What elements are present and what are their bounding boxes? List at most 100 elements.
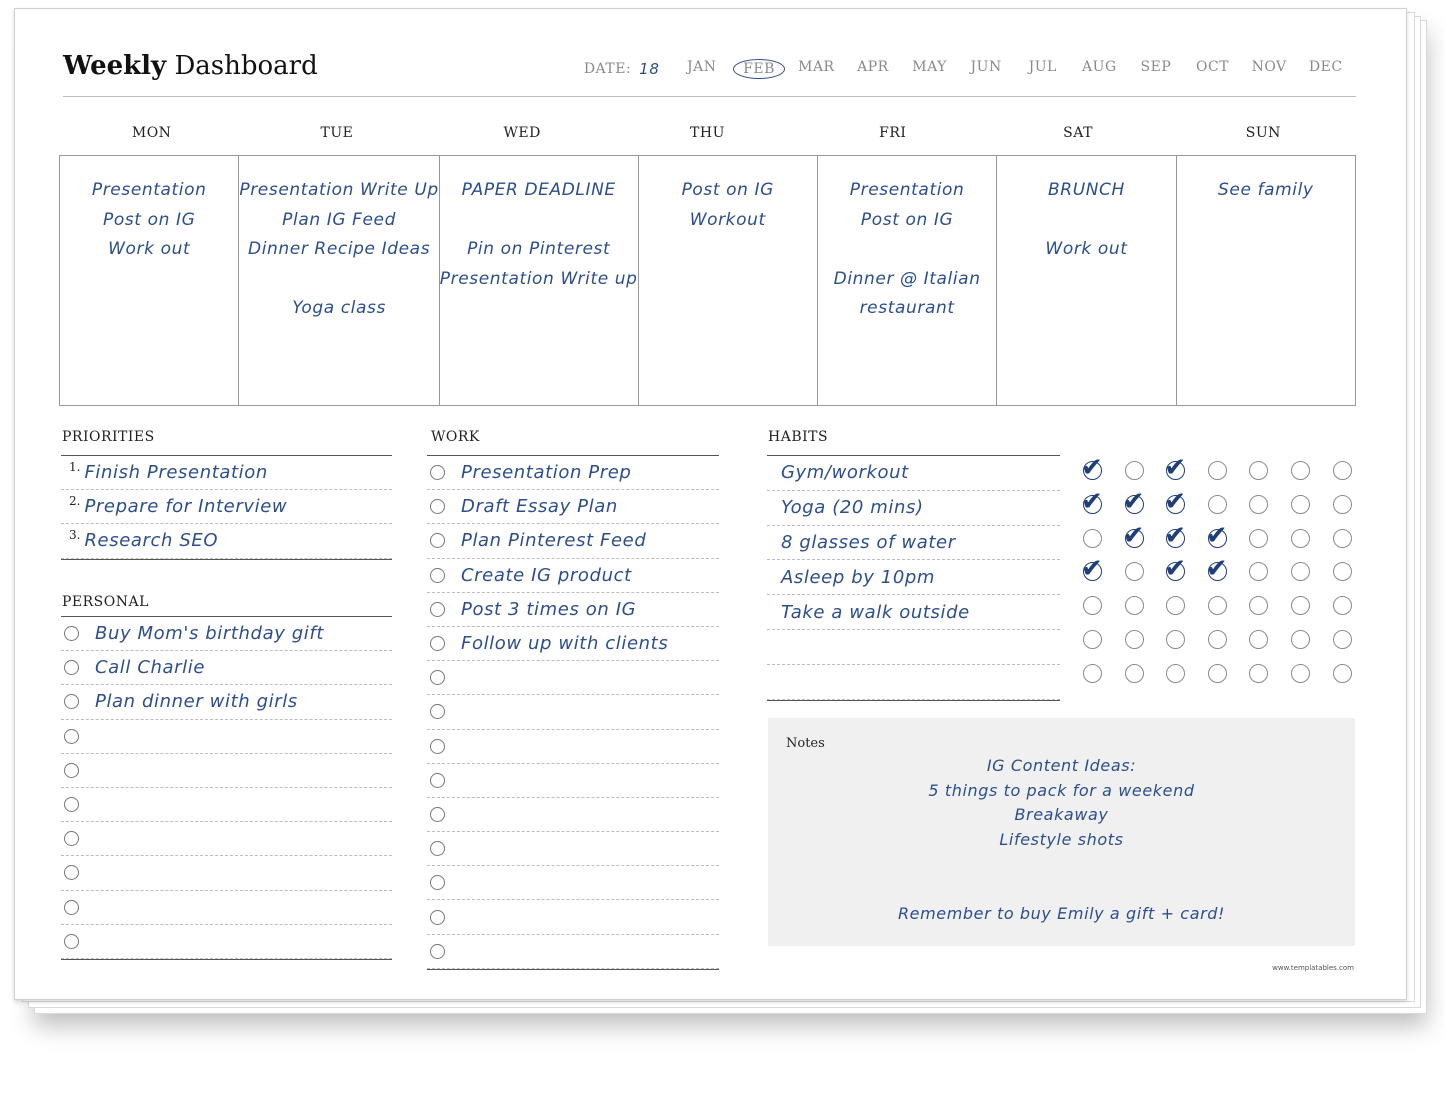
personal-row[interactable]: Buy Mom's birthday gift xyxy=(61,616,392,652)
checkbox-circle-icon[interactable] xyxy=(64,933,79,949)
work-row[interactable] xyxy=(427,935,719,969)
habit-circle-icon[interactable] xyxy=(1249,663,1269,683)
habit-circle-icon[interactable] xyxy=(1332,461,1352,480)
checkbox-circle-icon[interactable] xyxy=(64,626,79,642)
habit-circle-icon[interactable] xyxy=(1207,494,1227,514)
checkmark-icon[interactable]: ✔︎ xyxy=(1164,523,1186,549)
checkbox-circle-icon[interactable] xyxy=(64,899,79,915)
checkbox-circle-icon[interactable] xyxy=(430,738,445,754)
checkmark-icon[interactable]: ✔︎ xyxy=(1081,489,1103,515)
month-sep[interactable]: SEP xyxy=(1128,59,1185,79)
checkmark-icon[interactable]: ✔︎ xyxy=(1206,523,1228,549)
habit-circle-icon[interactable] xyxy=(1291,494,1310,514)
checkbox-circle-icon[interactable] xyxy=(64,865,79,881)
habit-circle-icon[interactable] xyxy=(1207,663,1227,683)
work-row[interactable]: Create IG product xyxy=(427,559,719,593)
work-row[interactable] xyxy=(427,661,719,696)
habit-circle-icon[interactable] xyxy=(1332,596,1352,616)
personal-row[interactable] xyxy=(61,856,392,891)
checkmark-icon[interactable]: ✔︎ xyxy=(1081,455,1103,481)
checkbox-circle-icon[interactable] xyxy=(64,797,79,813)
checkbox-circle-icon[interactable] xyxy=(64,694,79,710)
month-oct[interactable]: OCT xyxy=(1184,59,1241,79)
habit-circle-icon[interactable] xyxy=(1332,528,1352,548)
habit-circle-icon[interactable] xyxy=(1249,461,1269,480)
month-nov[interactable]: NOV xyxy=(1241,59,1298,79)
checkbox-circle-icon[interactable] xyxy=(430,909,445,925)
habit-circle-icon[interactable] xyxy=(1291,461,1310,480)
checkbox-circle-icon[interactable] xyxy=(64,831,79,847)
habit-circle-icon[interactable] xyxy=(1291,630,1310,649)
checkbox-circle-icon[interactable] xyxy=(430,636,445,652)
checkmark-icon[interactable]: ✔︎ xyxy=(1164,489,1186,515)
checkmark-icon[interactable]: ✔︎ xyxy=(1164,455,1186,481)
habit-circle-icon[interactable] xyxy=(1207,630,1227,649)
habit-circle-icon[interactable] xyxy=(1083,663,1102,683)
month-aug[interactable]: AUG xyxy=(1071,59,1128,79)
checkbox-circle-icon[interactable] xyxy=(430,704,445,720)
personal-row[interactable] xyxy=(61,754,392,788)
habit-circle-icon[interactable] xyxy=(1291,663,1310,683)
habit-circle-icon[interactable] xyxy=(1249,562,1269,582)
priority-row[interactable]: 3. Research SEO xyxy=(61,524,392,559)
habit-circle-icon[interactable] xyxy=(1332,630,1352,649)
habit-circle-icon[interactable] xyxy=(1207,596,1227,616)
personal-row[interactable] xyxy=(61,891,392,925)
month-dec[interactable]: DEC xyxy=(1297,59,1354,79)
checkbox-circle-icon[interactable] xyxy=(430,533,445,549)
habit-circle-icon[interactable] xyxy=(1083,596,1102,616)
priority-row[interactable]: 2. Prepare for Interview xyxy=(61,490,392,525)
habit-circle-icon[interactable] xyxy=(1124,630,1144,649)
personal-row[interactable]: Plan dinner with girls xyxy=(61,685,392,720)
checkmark-icon[interactable]: ✔︎ xyxy=(1081,556,1103,582)
month-apr[interactable]: APR xyxy=(845,59,902,79)
day-cell-fri[interactable]: Presentation Post on IG Dinner @ Italian re… xyxy=(818,156,998,405)
day-cell-wed[interactable]: PAPER DEADLINE Pin on Pinterest Presentati… xyxy=(440,156,639,405)
habit-circle-icon[interactable] xyxy=(1249,494,1269,514)
work-row[interactable]: Presentation Prep xyxy=(427,455,719,491)
habit-circle-icon[interactable] xyxy=(1249,596,1269,616)
priority-row[interactable]: 1. Finish Presentation xyxy=(61,455,392,491)
checkbox-circle-icon[interactable] xyxy=(430,499,445,515)
habit-circle-icon[interactable] xyxy=(1291,562,1310,582)
checkmark-icon[interactable]: ✔︎ xyxy=(1123,489,1145,515)
day-cell-thu[interactable]: Post on IG Workout xyxy=(639,156,818,405)
habit-circle-icon[interactable] xyxy=(1166,663,1186,683)
habit-circle-icon[interactable] xyxy=(1124,596,1144,616)
checkbox-circle-icon[interactable] xyxy=(430,465,445,481)
personal-row[interactable]: Call Charlie xyxy=(61,651,392,686)
work-row[interactable] xyxy=(427,764,719,798)
month-jan[interactable]: JAN xyxy=(673,59,730,79)
work-row[interactable]: Plan Pinterest Feed xyxy=(427,524,719,559)
habit-circle-icon[interactable] xyxy=(1291,596,1310,616)
habit-circle-icon[interactable] xyxy=(1166,630,1186,649)
habit-circle-icon[interactable] xyxy=(1083,528,1102,548)
checkbox-circle-icon[interactable] xyxy=(430,567,445,583)
month-jul[interactable]: JUL xyxy=(1014,59,1071,79)
personal-row[interactable] xyxy=(61,788,392,823)
personal-row[interactable] xyxy=(61,925,392,959)
habit-circle-icon[interactable] xyxy=(1291,528,1310,548)
habit-circle-icon[interactable] xyxy=(1249,528,1269,548)
checkbox-circle-icon[interactable] xyxy=(430,875,445,891)
work-row[interactable] xyxy=(427,900,719,935)
work-row[interactable] xyxy=(427,866,719,901)
work-row[interactable] xyxy=(427,695,719,730)
work-row[interactable] xyxy=(427,832,719,867)
habit-circle-icon[interactable] xyxy=(1124,461,1144,480)
day-cell-mon[interactable]: Presentation Post on IG Work out xyxy=(60,156,240,405)
checkbox-circle-icon[interactable] xyxy=(64,762,79,778)
work-row[interactable]: Draft Essay Plan xyxy=(427,490,719,525)
day-cell-sun[interactable]: See family xyxy=(1177,156,1355,405)
checkbox-circle-icon[interactable] xyxy=(64,728,79,744)
habit-circle-icon[interactable] xyxy=(1124,562,1144,582)
habit-circle-icon[interactable] xyxy=(1207,461,1227,480)
checkbox-circle-icon[interactable] xyxy=(430,772,445,788)
checkbox-circle-icon[interactable] xyxy=(430,670,445,686)
habit-circle-icon[interactable] xyxy=(1332,663,1352,683)
habit-circle-icon[interactable] xyxy=(1249,630,1269,649)
habit-circle-icon[interactable] xyxy=(1332,494,1352,514)
work-row[interactable] xyxy=(427,798,719,833)
checkbox-circle-icon[interactable] xyxy=(64,660,79,676)
day-cell-tue[interactable]: Presentation Write Up Plan IG Feed Dinner … xyxy=(239,156,440,405)
